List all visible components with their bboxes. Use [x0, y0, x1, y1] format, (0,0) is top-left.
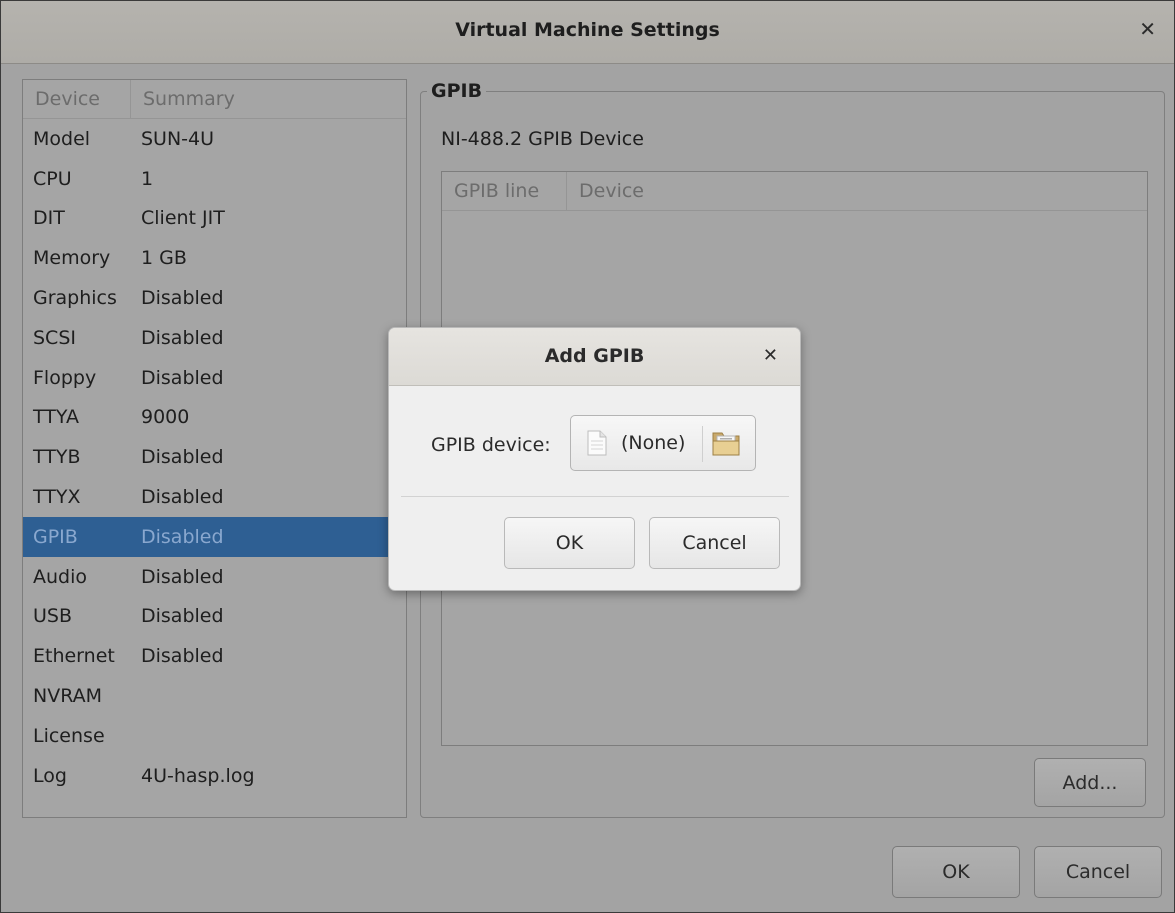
device-row-gpib[interactable]: GPIB Disabled: [23, 516, 406, 557]
device-row-scsi[interactable]: SCSI Disabled: [23, 318, 406, 358]
window-close-icon[interactable]: ✕: [1139, 17, 1156, 41]
device-name: License: [33, 724, 105, 747]
device-summary: Client JIT: [141, 207, 225, 230]
device-name: Ethernet: [33, 645, 115, 668]
device-summary: Disabled: [141, 525, 224, 548]
dialog-titlebar: Add GPIB ✕: [389, 328, 800, 386]
device-summary: Disabled: [141, 287, 224, 310]
device-summary: Disabled: [141, 366, 224, 389]
device-row-audio[interactable]: Audio Disabled: [23, 557, 406, 597]
device-name: Model: [33, 127, 91, 150]
device-name: TTYA: [33, 406, 80, 429]
device-name: Log: [33, 764, 67, 787]
device-summary: SUN-4U: [141, 127, 215, 150]
file-chooser-value: (None): [621, 432, 686, 454]
device-rows: Model SUN-4U CPU 1 DIT Client JIT Memory 1 GB Gr…: [23, 119, 406, 796]
column-header-gpib-line[interactable]: GPIB line: [442, 172, 567, 210]
device-summary: Disabled: [141, 486, 224, 509]
device-summary: Disabled: [141, 605, 224, 628]
device-row-memory[interactable]: Memory 1 GB: [23, 238, 406, 278]
device-summary: 1: [141, 167, 154, 190]
cancel-button[interactable]: Cancel: [1034, 846, 1162, 898]
column-header-device[interactable]: Device: [23, 80, 131, 118]
device-summary: 4U-hasp.log: [141, 764, 255, 787]
device-summary: Disabled: [141, 326, 224, 349]
dialog-close-icon[interactable]: ✕: [763, 345, 778, 366]
device-row-ttyx[interactable]: TTYX Disabled: [23, 477, 406, 517]
device-name: Memory: [33, 247, 111, 270]
device-row-nvram[interactable]: NVRAM: [23, 676, 406, 716]
device-row-graphics[interactable]: Graphics Disabled: [23, 278, 406, 318]
device-name: DIT: [33, 207, 65, 230]
gpib-device-label: GPIB device:: [431, 434, 551, 456]
device-row-license[interactable]: License: [23, 716, 406, 756]
device-row-ethernet[interactable]: Ethernet Disabled: [23, 636, 406, 676]
gpib-table-header: GPIB line Device: [442, 172, 1147, 211]
column-header-device[interactable]: Device: [567, 180, 644, 202]
device-row-model[interactable]: Model SUN-4U: [23, 119, 406, 159]
device-name: CPU: [33, 167, 72, 190]
device-row-floppy[interactable]: Floppy Disabled: [23, 358, 406, 398]
device-row-log[interactable]: Log 4U-hasp.log: [23, 756, 406, 796]
device-name: SCSI: [33, 326, 76, 349]
device-summary: Disabled: [141, 645, 224, 668]
device-summary: Disabled: [141, 446, 224, 469]
device-name: NVRAM: [33, 685, 103, 708]
add-gpib-dialog: Add GPIB ✕ GPIB device: (None) OK Cancel: [388, 327, 801, 591]
device-name: Floppy: [33, 366, 97, 389]
column-header-summary[interactable]: Summary: [131, 88, 235, 110]
document-icon: [587, 430, 607, 456]
add-button[interactable]: Add...: [1034, 758, 1146, 807]
device-list-header: Device Summary: [23, 80, 406, 119]
device-name: TTYX: [33, 486, 81, 509]
folder-icon[interactable]: [711, 429, 741, 457]
ok-button[interactable]: OK: [892, 846, 1020, 898]
device-name: GPIB: [33, 525, 78, 548]
device-row-cpu[interactable]: CPU 1: [23, 159, 406, 199]
file-chooser-separator: [702, 426, 703, 462]
window-titlebar: Virtual Machine Settings ✕: [1, 1, 1174, 64]
device-row-ttya[interactable]: TTYA 9000: [23, 398, 406, 438]
device-summary: 9000: [141, 406, 190, 429]
device-list[interactable]: Device Summary Model SUN-4U CPU 1 DIT Client …: [22, 79, 407, 818]
gpib-frame-legend: GPIB: [427, 80, 487, 102]
device-name: USB: [33, 605, 73, 628]
dialog-title: Add GPIB: [544, 345, 645, 367]
gpib-device-file-chooser[interactable]: (None): [570, 415, 756, 471]
device-row-usb[interactable]: USB Disabled: [23, 597, 406, 637]
window-title: Virtual Machine Settings: [455, 19, 720, 41]
device-row-ttyb[interactable]: TTYB Disabled: [23, 437, 406, 477]
device-name: TTYB: [33, 446, 81, 469]
gpib-description: NI-488.2 GPIB Device: [441, 128, 644, 150]
device-name: Audio: [33, 565, 88, 588]
device-summary: Disabled: [141, 565, 224, 588]
dialog-cancel-button[interactable]: Cancel: [649, 517, 780, 569]
device-name: Graphics: [33, 287, 117, 310]
dialog-ok-button[interactable]: OK: [504, 517, 635, 569]
dialog-separator: [401, 496, 789, 497]
device-row-dit[interactable]: DIT Client JIT: [23, 199, 406, 239]
device-summary: 1 GB: [141, 247, 187, 270]
